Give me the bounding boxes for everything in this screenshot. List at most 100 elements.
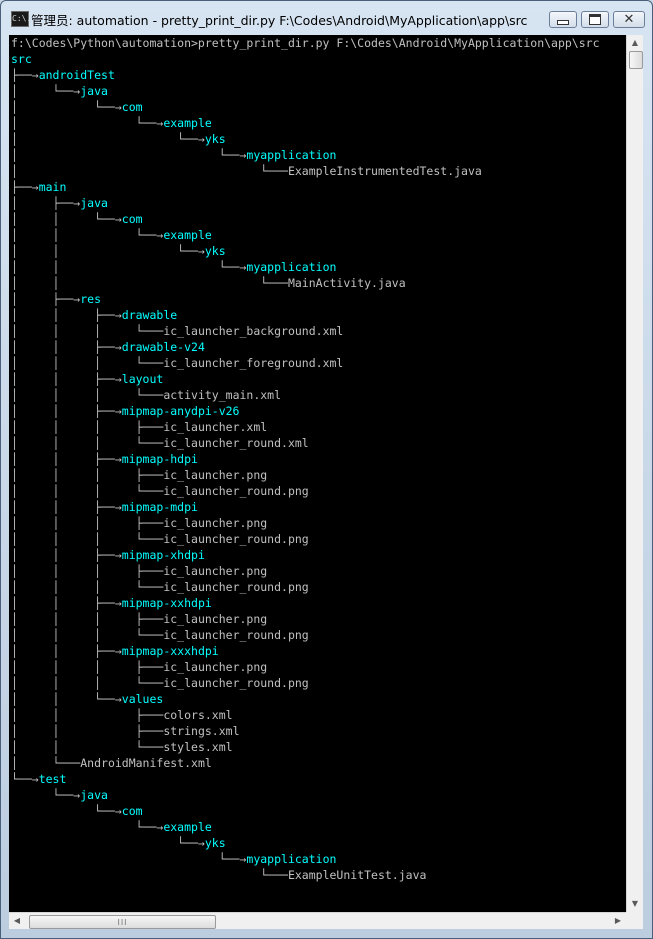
scroll-up-icon[interactable]: ▲ (627, 35, 643, 51)
tree-connector: │ └──→ (11, 116, 164, 130)
tree-connector: │ │ │ └─── (11, 324, 164, 338)
directory-name: yks (204, 836, 226, 850)
console-line: │ │ ├──→mipmap-anydpi-v26 (11, 403, 600, 419)
vertical-scroll-thumb[interactable] (629, 51, 643, 69)
tree-connector: ├──→ (11, 68, 39, 82)
directory-name: androidTest (38, 68, 115, 82)
tree-connector: │ │ │ └─── (11, 436, 164, 450)
tree-connector: │ │ ├──→ (11, 452, 122, 466)
console-line: │ │ ├──→mipmap-xhdpi (11, 547, 600, 563)
maximize-icon (589, 14, 601, 25)
tree-connector: │ └──→ (11, 84, 81, 98)
console-line: │ │ └──→com (11, 211, 600, 227)
console-text: f:\Codes\Python\automation>pretty_print_… (11, 35, 600, 912)
entry-text: styles.xml (163, 740, 233, 754)
entry-text: colors.xml (163, 708, 233, 722)
vertical-scrollbar[interactable]: ▲ ▼ (626, 35, 643, 912)
window-title: 管理员: automation - pretty_print_dir.py F:… (31, 13, 528, 28)
directory-name: mipmap-hdpi (121, 452, 198, 466)
tree-connector: │ │ │ ├─── (11, 516, 164, 530)
console-app-icon[interactable]: C:\. (11, 11, 31, 27)
tree-connector: │ └──→ (11, 100, 122, 114)
console-line: │ │ ├──→mipmap-hdpi (11, 451, 600, 467)
tree-connector: │ ├──→ (11, 292, 81, 306)
tree-connector: │ │ └──→ (11, 244, 205, 258)
tree-connector: │ │ │ └─── (11, 580, 164, 594)
tree-connector: ├──→ (11, 180, 39, 194)
console-line: │ └───ExampleInstrumentedTest.java (11, 163, 600, 179)
console-line: └──→com (11, 803, 600, 819)
tree-connector: │ ├──→ (11, 196, 81, 210)
console-line: │ │ ├──→mipmap-xxxhdpi (11, 643, 600, 659)
entry-text: f:\Codes\Python\automation>pretty_print_… (11, 36, 600, 50)
console-line: │ │ │ ├───ic_launcher.png (11, 515, 600, 531)
horizontal-scrollbar[interactable]: ◀ III ▶ (9, 912, 626, 929)
console-line: │ │ │ ├───ic_launcher.png (11, 659, 600, 675)
tree-connector: │ │ └──→ (11, 692, 122, 706)
tree-connector: │ │ └──→ (11, 260, 247, 274)
directory-name: mipmap-xxhdpi (121, 596, 212, 610)
console-output[interactable]: f:\Codes\Python\automation>pretty_print_… (9, 35, 626, 912)
directory-name: test (38, 772, 67, 786)
entry-text: ic_launcher_round.xml (163, 436, 309, 450)
tree-connector: └──→ (11, 836, 205, 850)
directory-name: example (163, 820, 212, 834)
console-line: │ │ └──→example (11, 227, 600, 243)
scroll-down-icon[interactable]: ▼ (627, 896, 643, 912)
horizontal-scroll-thumb[interactable]: III (29, 915, 216, 929)
directory-name: yks (204, 244, 226, 258)
directory-name: main (38, 180, 67, 194)
title-bar[interactable]: C:\. 管理员: automation - pretty_print_dir.… (1, 1, 652, 35)
entry-text: ic_launcher.png (163, 660, 268, 674)
tree-connector: │ │ ├──→ (11, 548, 122, 562)
maximize-button[interactable] (581, 11, 609, 28)
tree-connector: └──→ (11, 820, 164, 834)
scroll-left-icon[interactable]: ◀ (9, 913, 25, 929)
entry-text: MainActivity.java (287, 276, 406, 290)
directory-name: com (121, 212, 143, 226)
console-line: │ │ │ └───ic_launcher_round.png (11, 579, 600, 595)
entry-text: ic_launcher_foreground.xml (163, 356, 344, 370)
directory-name: java (80, 788, 108, 802)
directory-name: yks (204, 132, 226, 146)
tree-connector: └─── (11, 868, 288, 882)
tree-connector: │ │ │ ├─── (11, 660, 164, 674)
console-line: │ │ └───styles.xml (11, 739, 600, 755)
entry-text: ic_launcher_background.xml (163, 324, 344, 338)
console-line: │ └───AndroidManifest.xml (11, 755, 600, 771)
entry-text: ic_launcher.xml (163, 420, 268, 434)
entry-text: ic_launcher_round.png (163, 628, 309, 642)
console-line: │ │ │ ├───ic_launcher.xml (11, 419, 600, 435)
directory-name: myapplication (246, 852, 337, 866)
console-line: │ │ ├──→drawable-v24 (11, 339, 600, 355)
tree-connector: │ │ ├─── (11, 708, 164, 722)
entry-text: AndroidManifest.xml (80, 756, 212, 770)
tree-connector: │ │ └──→ (11, 212, 122, 226)
minimize-button[interactable] (549, 11, 577, 28)
console-line: │ │ │ └───ic_launcher_round.png (11, 675, 600, 691)
tree-connector: │ │ │ └─── (11, 676, 164, 690)
tree-connector: └──→ (11, 852, 247, 866)
tree-connector: │ │ ├──→ (11, 372, 122, 386)
console-line: │ │ │ └───ic_launcher_round.png (11, 531, 600, 547)
console-line: │ │ │ └───ic_launcher_round.xml (11, 435, 600, 451)
close-button[interactable]: ✕ (613, 11, 645, 28)
console-line: │ │ │ └───ic_launcher_round.png (11, 627, 600, 643)
entry-text: ic_launcher.png (163, 516, 268, 530)
console-line: │ │ ├──→mipmap-mdpi (11, 499, 600, 515)
console-window: C:\. 管理员: automation - pretty_print_dir.… (0, 0, 653, 939)
tree-connector: │ │ │ ├─── (11, 468, 164, 482)
directory-name: mipmap-xhdpi (121, 548, 205, 562)
console-line: │ │ │ └───ic_launcher_foreground.xml (11, 355, 600, 371)
tree-connector: │ │ └──→ (11, 228, 164, 242)
console-line: │ │ │ └───ic_launcher_round.png (11, 483, 600, 499)
entry-text: ic_launcher_round.png (163, 532, 309, 546)
tree-connector: │ │ ├─── (11, 724, 164, 738)
directory-name: mipmap-anydpi-v26 (121, 404, 240, 418)
console-line: ├──→androidTest (11, 67, 600, 83)
entry-text: strings.xml (163, 724, 240, 738)
scroll-right-icon[interactable]: ▶ (610, 913, 626, 929)
tree-connector: │ │ │ └─── (11, 356, 164, 370)
